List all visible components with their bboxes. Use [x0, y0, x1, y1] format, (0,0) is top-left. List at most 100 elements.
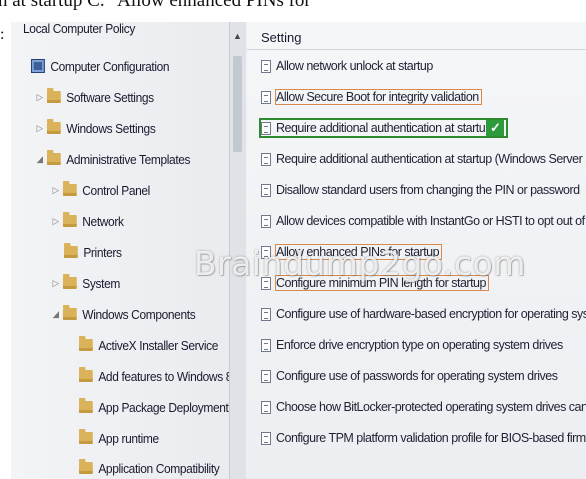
policy-setting-icon: [261, 400, 271, 414]
tree-item-network[interactable]: ▷ Network: [51, 209, 124, 233]
top-caption: n at startup C. "Allow enhanced PINs for: [0, 0, 311, 11]
tree-item-computer-configuration[interactable]: Computer Configuration: [31, 54, 170, 78]
tree-item-label: System: [82, 275, 120, 291]
tree-item-app-runtime[interactable]: App runtime: [79, 426, 159, 450]
tree-item-label: Printers: [83, 244, 122, 260]
check-icon: ✓: [486, 120, 505, 136]
settings-pane: Setting Allow network unlock at startup …: [247, 22, 586, 479]
tree-item-windows-settings[interactable]: ▷ Windows Settings: [35, 116, 156, 140]
policy-setting-icon: [261, 152, 271, 166]
collapse-arrow-icon[interactable]: ◢: [35, 154, 44, 165]
computer-icon: [31, 59, 45, 73]
tree-item-app-compat[interactable]: Application Compatibility: [79, 456, 220, 479]
folder-icon: [62, 212, 77, 227]
setting-row[interactable]: Disallow standard users from changing th…: [261, 179, 580, 201]
setting-label: Require additional authentication at sta…: [276, 121, 486, 135]
tree-item-label: Network: [82, 213, 124, 229]
setting-label: Configure TPM platform validation profil…: [276, 431, 586, 445]
setting-row[interactable]: Configure use of hardware-based encrypti…: [261, 303, 586, 325]
expand-arrow-icon[interactable]: ▷: [35, 123, 44, 134]
setting-row[interactable]: Allow Secure Boot for integrity validati…: [261, 86, 482, 108]
tree-item-windows-components[interactable]: ◢ Windows Components: [51, 302, 196, 326]
side-colon: :: [0, 26, 5, 43]
gpedit-window: Local Computer Policy Computer Configura…: [11, 22, 586, 479]
scroll-up-icon[interactable]: ▲: [233, 31, 242, 41]
folder-icon: [79, 429, 93, 444]
policy-setting-icon: [261, 90, 271, 104]
policy-setting-icon: [261, 245, 271, 259]
policy-setting-icon: [261, 59, 271, 73]
policy-tree: Local Computer Policy Computer Configura…: [11, 22, 232, 479]
folder-icon: [64, 243, 78, 258]
setting-label: Require additional authentication at sta…: [276, 152, 586, 166]
tree-item-add-features[interactable]: Add features to Windows 8: [79, 364, 232, 388]
setting-label: Configure minimum PIN length for startup: [275, 275, 489, 291]
setting-label: Allow network unlock at startup: [276, 59, 433, 73]
policy-setting-icon: [261, 338, 271, 352]
tree-item-administrative-templates[interactable]: ◢ Administrative Templates: [35, 147, 191, 171]
tree-item-activex[interactable]: ActiveX Installer Service: [79, 333, 218, 357]
policy-setting-icon: [261, 276, 271, 290]
folder-icon: [46, 88, 61, 103]
folder-icon: [79, 367, 93, 382]
expand-arrow-icon[interactable]: ▷: [51, 185, 60, 196]
setting-label: Disallow standard users from changing th…: [276, 183, 580, 197]
tree-item-control-panel[interactable]: ▷ Control Panel: [51, 178, 150, 202]
setting-label: Configure use of hardware-based encrypti…: [276, 307, 586, 321]
setting-row[interactable]: Configure TPM platform validation profil…: [261, 427, 586, 449]
tree-root[interactable]: Local Computer Policy: [23, 22, 135, 40]
collapse-arrow-icon[interactable]: ◢: [51, 309, 60, 320]
column-header-setting[interactable]: Setting: [247, 26, 586, 50]
folder-icon: [62, 181, 77, 196]
policy-setting-icon: [261, 214, 271, 228]
setting-label: Allow Secure Boot for integrity validati…: [275, 89, 482, 105]
folder-icon: [62, 305, 77, 320]
tree-item-label: Windows Components: [82, 306, 196, 322]
setting-label: Choose how BitLocker-protected operating…: [276, 400, 586, 414]
setting-label: Enforce drive encryption type on operati…: [276, 338, 563, 352]
tree-item-label: Computer Configuration: [50, 58, 170, 74]
setting-row[interactable]: Enforce drive encryption type on operati…: [261, 334, 563, 356]
folder-icon: [62, 274, 77, 289]
policy-setting-icon: [261, 121, 271, 135]
folder-icon: [46, 150, 61, 165]
tree-item-software-settings[interactable]: ▷ Software Settings: [35, 85, 154, 109]
policy-setting-icon: [261, 431, 271, 445]
tree-item-label: Administrative Templates: [66, 151, 191, 167]
tree-item-app-package[interactable]: App Package Deployment: [79, 395, 229, 419]
tree-item-label: Windows Settings: [66, 120, 156, 136]
tree-item-label: Software Settings: [66, 89, 154, 105]
folder-icon: [79, 459, 93, 474]
tree-scrollbar[interactable]: ▲: [229, 22, 246, 479]
policy-setting-icon: [261, 183, 271, 197]
policy-setting-icon: [261, 369, 271, 383]
tree-item-label: App Package Deployment: [98, 399, 229, 415]
tree-item-label: Application Compatibility: [98, 460, 220, 476]
setting-label: Configure use of passwords for operating…: [276, 369, 558, 383]
setting-row[interactable]: Require additional authentication at sta…: [261, 148, 586, 170]
scrollbar-thumb[interactable]: [233, 56, 242, 152]
expand-arrow-icon[interactable]: ▷: [51, 216, 60, 227]
tree-item-label: Add features to Windows 8: [98, 368, 233, 384]
folder-icon: [79, 336, 93, 351]
tree-item-label: Control Panel: [82, 182, 150, 198]
tree-item-printers[interactable]: Printers: [64, 240, 122, 264]
policy-setting-icon: [261, 307, 271, 321]
setting-row[interactable]: Allow devices compatible with InstantGo …: [261, 210, 586, 232]
tree-item-system[interactable]: ▷ System: [51, 271, 120, 295]
expand-arrow-icon[interactable]: ▷: [35, 92, 44, 103]
expand-arrow-icon[interactable]: ▷: [51, 278, 60, 289]
folder-icon: [46, 119, 61, 134]
setting-row[interactable]: Allow network unlock at startup: [261, 55, 433, 77]
highlighted-setting: Require additional authentication at sta…: [258, 118, 509, 138]
setting-row[interactable]: Allow enhanced PINs for startup: [261, 241, 443, 263]
setting-row[interactable]: Configure minimum PIN length for startup: [261, 272, 489, 294]
folder-icon: [79, 398, 93, 413]
setting-row[interactable]: Choose how BitLocker-protected operating…: [261, 396, 586, 418]
setting-label: Allow enhanced PINs for startup: [274, 244, 443, 260]
tree-item-label: ActiveX Installer Service: [98, 337, 219, 353]
setting-row[interactable]: Configure use of passwords for operating…: [261, 365, 558, 387]
setting-label: Allow devices compatible with InstantGo …: [276, 214, 586, 228]
column-header-label: Setting: [261, 30, 302, 45]
setting-row[interactable]: Require additional authentication at sta…: [258, 117, 509, 139]
